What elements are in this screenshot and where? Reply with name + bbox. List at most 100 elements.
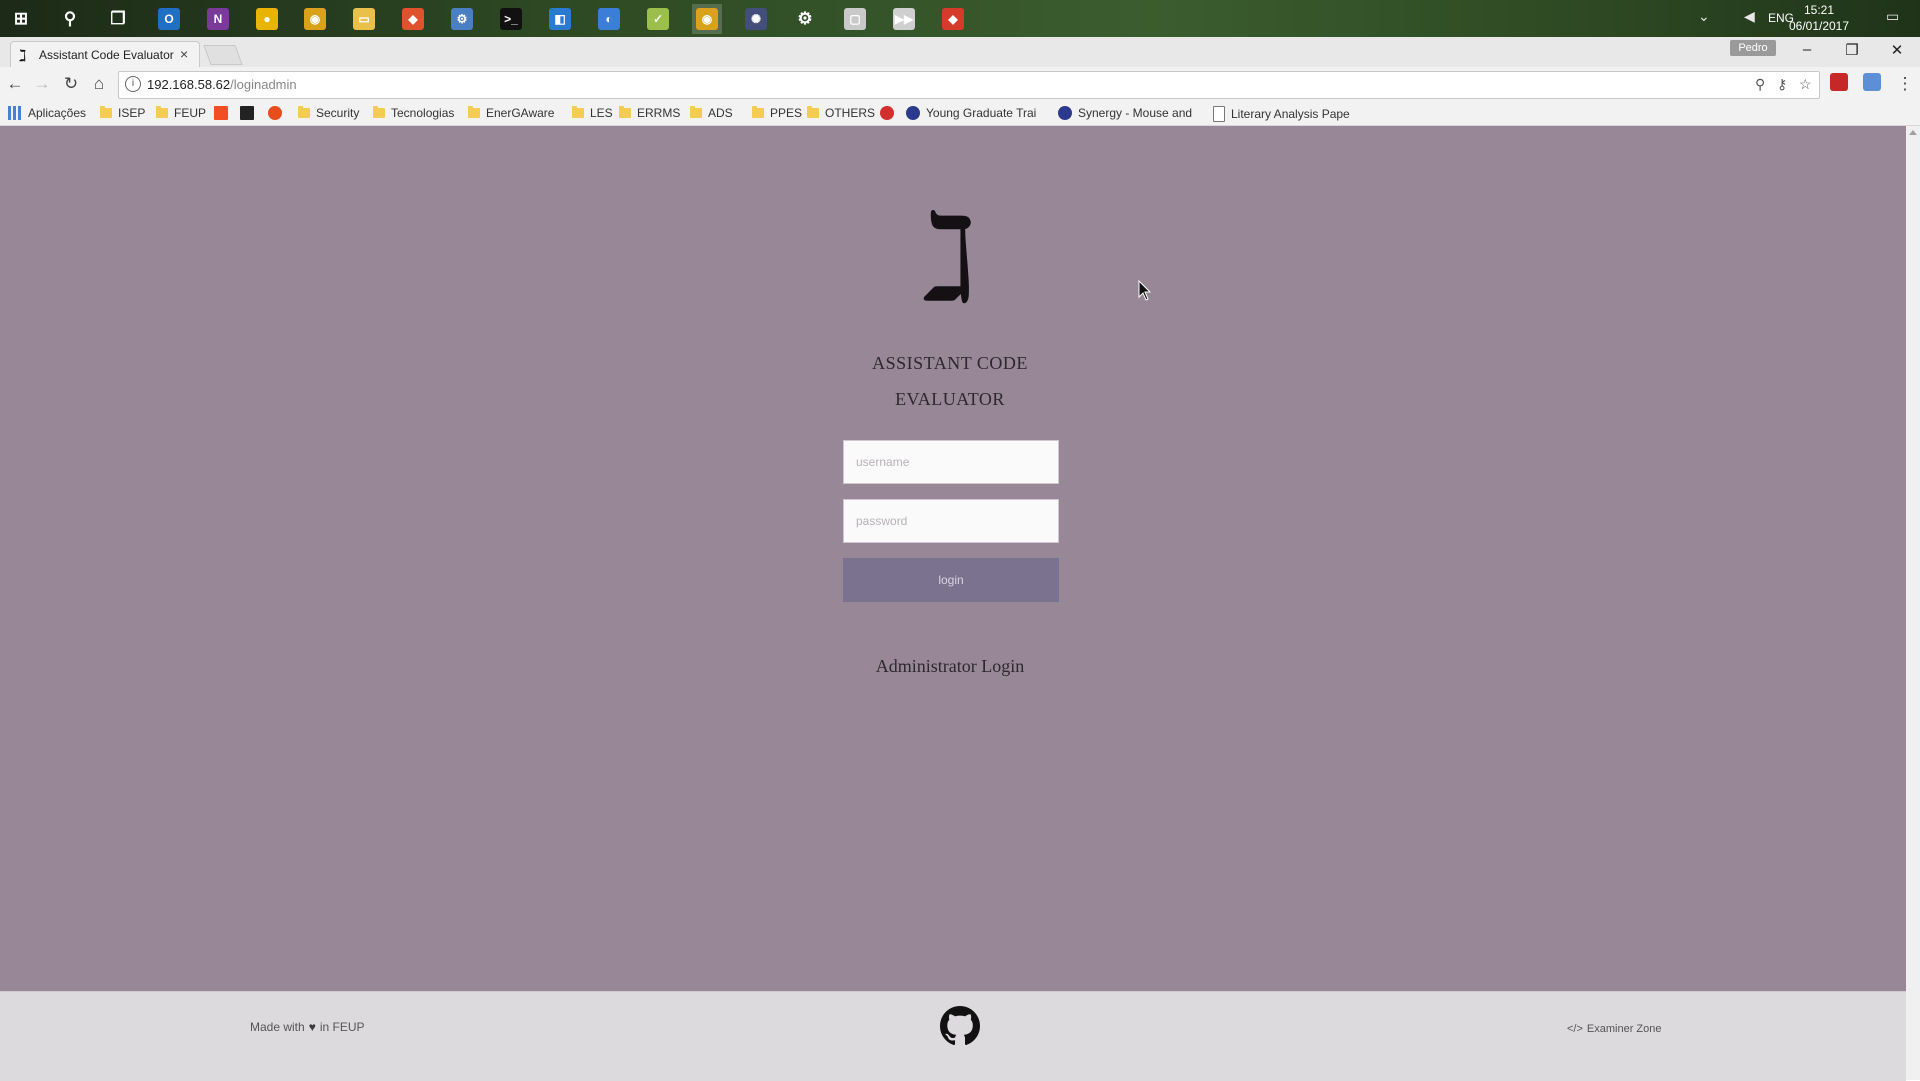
- bookmark-others[interactable]: OTHERS: [807, 106, 875, 120]
- globe-app-icon[interactable]: ✺: [741, 4, 771, 34]
- red-icon: [880, 106, 894, 120]
- back-icon[interactable]: ←: [3, 74, 27, 94]
- new-tab-button[interactable]: [203, 45, 243, 65]
- extension-blue-icon[interactable]: [1863, 73, 1881, 91]
- media-app-icon[interactable]: ▶▶: [889, 4, 919, 34]
- bookmark-label: ADS: [708, 106, 733, 120]
- close-window-icon[interactable]: ✕: [1882, 41, 1912, 59]
- key-icon[interactable]: ⚷: [1777, 76, 1787, 93]
- info-icon[interactable]: i: [125, 76, 141, 92]
- bookmark-aplica-es[interactable]: Aplicações: [8, 106, 86, 120]
- bookmark-label: Young Graduate Trai: [926, 106, 1037, 120]
- onenote-icon-glyph: N: [207, 8, 229, 30]
- git-app-icon[interactable]: ◆: [398, 4, 428, 34]
- vscode-icon[interactable]: ◧: [545, 4, 575, 34]
- made-with-text: Made with ♥ in FEUP: [250, 1020, 365, 1034]
- red-app-icon[interactable]: ◆: [938, 4, 968, 34]
- github-icon[interactable]: [940, 1006, 980, 1046]
- yellow-app-icon[interactable]: ●: [252, 4, 282, 34]
- bookmark-feup[interactable]: FEUP: [156, 106, 206, 120]
- notes-app-icon[interactable]: ✓: [643, 4, 673, 34]
- bookmark-label: ERRMS: [637, 106, 681, 120]
- bookmark-red-icon[interactable]: [880, 106, 900, 120]
- star-icon[interactable]: ☆: [1799, 76, 1812, 93]
- window-app-icon-glyph: ▢: [844, 8, 866, 30]
- ms-icon: [214, 106, 228, 120]
- settings-icon[interactable]: ⚙: [790, 4, 820, 34]
- windows-taskbar: ⊞ ⚲ ❐ O N ● ◉ ▭ ◆ ⚙ >_ ◧ ◐ ✓ ◉ ✺ ⚙ ▢ ▶▶ ◆: [0, 0, 1920, 37]
- home-icon[interactable]: ⌂: [87, 74, 111, 94]
- folder-icon: [752, 106, 764, 118]
- app-title-line-2: EVALUATOR: [895, 389, 1005, 409]
- url-host: 192.168.58.62: [147, 77, 231, 92]
- page-scrollbar[interactable]: [1906, 126, 1920, 1080]
- bookmark-ms-icon[interactable]: [214, 106, 234, 120]
- bookmark-les[interactable]: LES: [572, 106, 613, 120]
- extension-red-icon[interactable]: [1830, 73, 1848, 91]
- zoom-icon[interactable]: ⚲: [1755, 76, 1765, 93]
- restore-icon[interactable]: ❐: [1837, 41, 1867, 59]
- address-bar[interactable]: i 192.168.58.62/loginadmin ⚲ ⚷ ☆: [118, 71, 1820, 99]
- network-tool-icon[interactable]: ⚙: [447, 4, 477, 34]
- bookmark-label: Security: [316, 106, 360, 120]
- examiner-zone-label: Examiner Zone: [1586, 1023, 1662, 1035]
- windows-start-icon[interactable]: ⊞: [6, 4, 36, 34]
- minimize-icon[interactable]: –: [1792, 41, 1822, 58]
- chrome-active-icon[interactable]: ◉: [692, 4, 722, 34]
- volume-icon[interactable]: ◀: [1744, 8, 1755, 25]
- login-button[interactable]: login: [843, 558, 1059, 602]
- forward-icon[interactable]: →: [30, 74, 54, 94]
- bookmark-black-icon[interactable]: [240, 106, 260, 120]
- folder-icon: [572, 106, 584, 118]
- search-icon[interactable]: ⚲: [55, 4, 85, 34]
- outlook-icon-glyph: O: [158, 8, 180, 30]
- clock-time[interactable]: 15:21: [1784, 3, 1854, 17]
- bookmark-ads[interactable]: ADS: [690, 106, 733, 120]
- bookmark-label: FEUP: [174, 106, 207, 120]
- bookmark-orange-icon[interactable]: [268, 106, 288, 120]
- chrome-icon-glyph: ◉: [304, 8, 326, 30]
- site-favicon-icon: [1058, 106, 1072, 120]
- username-input[interactable]: [843, 440, 1059, 484]
- chevron-up-icon[interactable]: ⌄: [1698, 8, 1710, 25]
- window-app-icon[interactable]: ▢: [840, 4, 870, 34]
- bookmark-isep[interactable]: ISEP: [100, 106, 145, 120]
- outlook-icon[interactable]: O: [154, 4, 184, 34]
- examiner-zone-link[interactable]: </> Examiner Zone: [1567, 1023, 1662, 1035]
- bookmark-ppes[interactable]: PPES: [752, 106, 802, 120]
- browser-app-icon[interactable]: ◐: [594, 4, 624, 34]
- bookmark-security[interactable]: Security: [298, 106, 359, 120]
- password-input[interactable]: [843, 499, 1059, 543]
- windows-start-icon-glyph: ⊞: [13, 9, 29, 28]
- bookmark-errms[interactable]: ERRMS: [619, 106, 680, 120]
- tab-assistant-code-evaluator[interactable]: ℷ Assistant Code Evaluator ×: [10, 41, 200, 68]
- profile-button[interactable]: Pedro: [1730, 40, 1776, 56]
- folder-icon: [156, 106, 168, 118]
- menu-icon[interactable]: ⋮: [1893, 74, 1917, 94]
- file-explorer-icon[interactable]: ▭: [349, 4, 379, 34]
- globe-app-icon-glyph: ✺: [745, 8, 767, 30]
- system-tray: ⌄ ENG ◀ 15:21 06/01/2017 ▭: [1680, 0, 1920, 37]
- bookmark-young-graduate-trai[interactable]: Young Graduate Trai: [906, 106, 1036, 120]
- onenote-icon[interactable]: N: [203, 4, 233, 34]
- settings-icon-glyph: ⚙: [797, 9, 813, 28]
- close-tab-icon[interactable]: ×: [180, 46, 188, 62]
- bookmark-synergy-mouse-and[interactable]: Synergy - Mouse and: [1058, 106, 1192, 120]
- clock-date[interactable]: 06/01/2017: [1784, 19, 1854, 33]
- bookmark-label: PPES: [770, 106, 803, 120]
- scroll-up-arrow-icon[interactable]: [1909, 130, 1917, 135]
- folder-icon: [690, 106, 702, 118]
- terminal-icon[interactable]: >_: [496, 4, 526, 34]
- action-center-icon[interactable]: ▭: [1886, 8, 1899, 25]
- bookmark-label: ISEP: [118, 106, 146, 120]
- bookmark-literary-analysis-pape[interactable]: Literary Analysis Pape: [1213, 106, 1350, 122]
- bookmark-energaware[interactable]: EnerGAware: [468, 106, 554, 120]
- bookmark-label: LES: [590, 106, 613, 120]
- bookmark-tecnologias[interactable]: Tecnologias: [373, 106, 454, 120]
- favicon-icon: ℷ: [19, 48, 27, 65]
- reload-icon[interactable]: ↻: [59, 74, 83, 94]
- task-view-icon[interactable]: ❐: [103, 4, 133, 34]
- chrome-icon[interactable]: ◉: [300, 4, 330, 34]
- file-explorer-icon-glyph: ▭: [353, 8, 375, 30]
- url-text[interactable]: 192.168.58.62/loginadmin: [147, 77, 297, 92]
